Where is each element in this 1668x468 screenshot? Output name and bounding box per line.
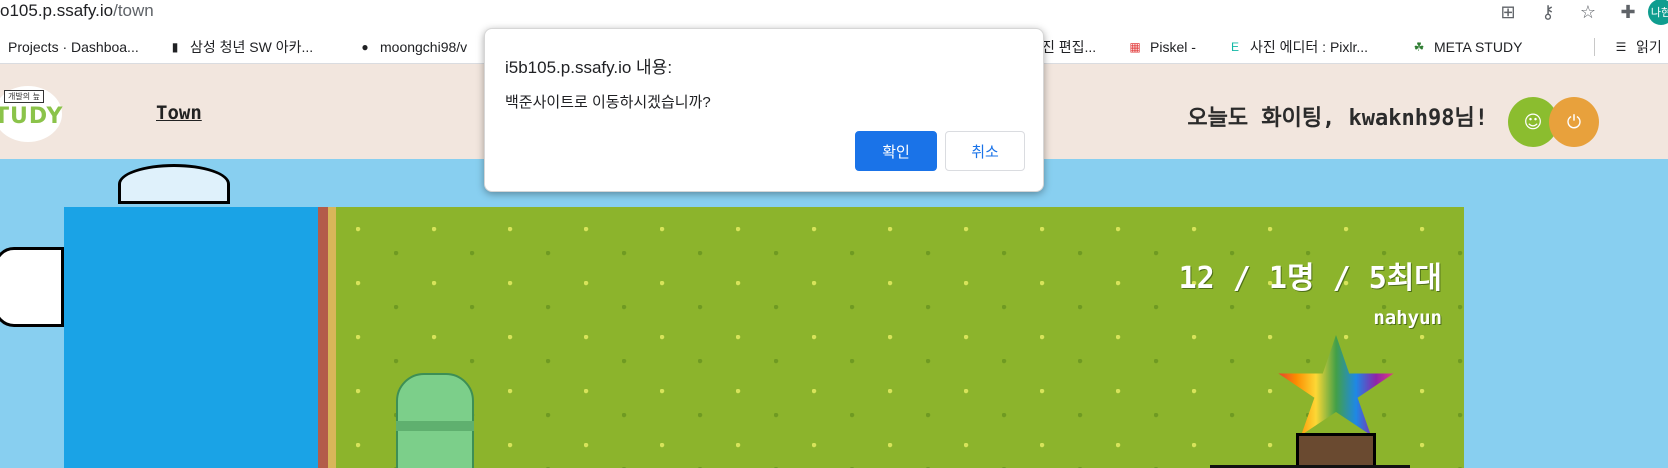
extensions-icon[interactable]: ✚ (1608, 0, 1648, 24)
reading-list-icon: ☰ (1615, 40, 1627, 54)
rainbow-star-icon (1278, 335, 1394, 436)
pipe-band (396, 421, 474, 431)
logo-subtitle: 개발의 늪 (4, 90, 44, 103)
bookmark-label: Projects · Dashboa... (8, 39, 139, 55)
key-icon[interactable]: ⚷ (1528, 0, 1568, 24)
game-canvas[interactable]: 12 / 1명 / 5최대 nahyun (0, 159, 1668, 468)
github-icon: ● (361, 40, 369, 54)
town-link[interactable]: Town (156, 102, 202, 124)
bookmark-samsung[interactable]: ▮ 삼성 청년 SW 아카... (166, 30, 313, 64)
border-stripe (318, 207, 328, 468)
url-host: o105.p.ssafy.io (0, 1, 114, 20)
address-text[interactable]: o105.p.ssafy.io/town (0, 1, 154, 21)
bookmark-label: 진 편집... (1042, 39, 1097, 55)
water-area (64, 207, 318, 468)
room-info-text: 12 / 1명 / 5최대 (1178, 261, 1442, 296)
user-icon: ☺ (1523, 111, 1543, 133)
bookmark-label: META STUDY (1434, 39, 1523, 55)
bookmark-meta-study[interactable]: ☘ META STUDY (1410, 30, 1523, 64)
bookmark-label: 삼성 청년 SW 아카... (190, 39, 314, 55)
dialog-message: 백준사이트로 이동하시겠습니까? (505, 94, 711, 111)
bookmark-separator (1594, 38, 1595, 56)
profile-avatar[interactable]: 나현 (1648, 0, 1668, 25)
samsung-icon: ▮ (171, 40, 179, 54)
border-stripe (328, 207, 336, 468)
turtle-icon: ☘ (1413, 40, 1425, 54)
star-icon[interactable]: ☆ (1568, 0, 1608, 24)
logout-button[interactable]: ⏻ (1549, 97, 1599, 147)
bookmark-label: 사진 에디터 : Pixlr... (1250, 39, 1369, 55)
cancel-button[interactable]: 취소 (945, 131, 1025, 171)
toolbar-icons: ⊞ ⚷ ☆ ✚ 나현 (1488, 0, 1668, 25)
bookmark-label: moongchi98/v (380, 39, 468, 55)
url-path: /town (113, 1, 154, 20)
bookmark-label: Piskel - (1150, 39, 1196, 55)
pixlr-icon: E (1230, 40, 1239, 54)
player-nickname: nahyun (1373, 307, 1442, 329)
bookmark-photo-edit[interactable]: 진 편집... (1042, 30, 1096, 64)
power-icon: ⏻ (1566, 111, 1582, 133)
dialog-title: i5b105.p.ssafy.io 내용: (505, 58, 673, 77)
install-app-icon[interactable]: ⊞ (1488, 0, 1528, 24)
app-logo[interactable]: 개발의 늪 TUDY (0, 86, 64, 142)
greeting-text: 오늘도 화이팅, kwaknh98님! (1187, 106, 1488, 131)
url-bar[interactable]: o105.p.ssafy.io/town ⊞ ⚷ ☆ ✚ 나현 (0, 0, 1668, 28)
piskel-icon: ▦ (1129, 40, 1141, 54)
confirm-button[interactable]: 확인 (855, 131, 937, 171)
bookmark-github[interactable]: ● moongchi98/v (356, 30, 467, 64)
bookmark-projects[interactable]: Projects · Dashboa... (8, 30, 139, 64)
bookmark-piskel[interactable]: ▦ Piskel - (1126, 30, 1196, 64)
logo-text: TUDY (0, 104, 64, 129)
bookmark-reading-list[interactable]: ☰ 읽기 (1612, 30, 1662, 64)
player-character[interactable] (1276, 335, 1396, 468)
character-body (1296, 433, 1376, 468)
cloud (118, 164, 230, 204)
bookmark-label: 읽기 (1636, 39, 1662, 55)
bookmark-pixlr[interactable]: E 사진 에디터 : Pixlr... (1226, 30, 1368, 64)
cloud (0, 247, 64, 327)
alert-dialog: i5b105.p.ssafy.io 내용: 백준사이트로 이동하시겠습니까? 확… (484, 28, 1044, 192)
